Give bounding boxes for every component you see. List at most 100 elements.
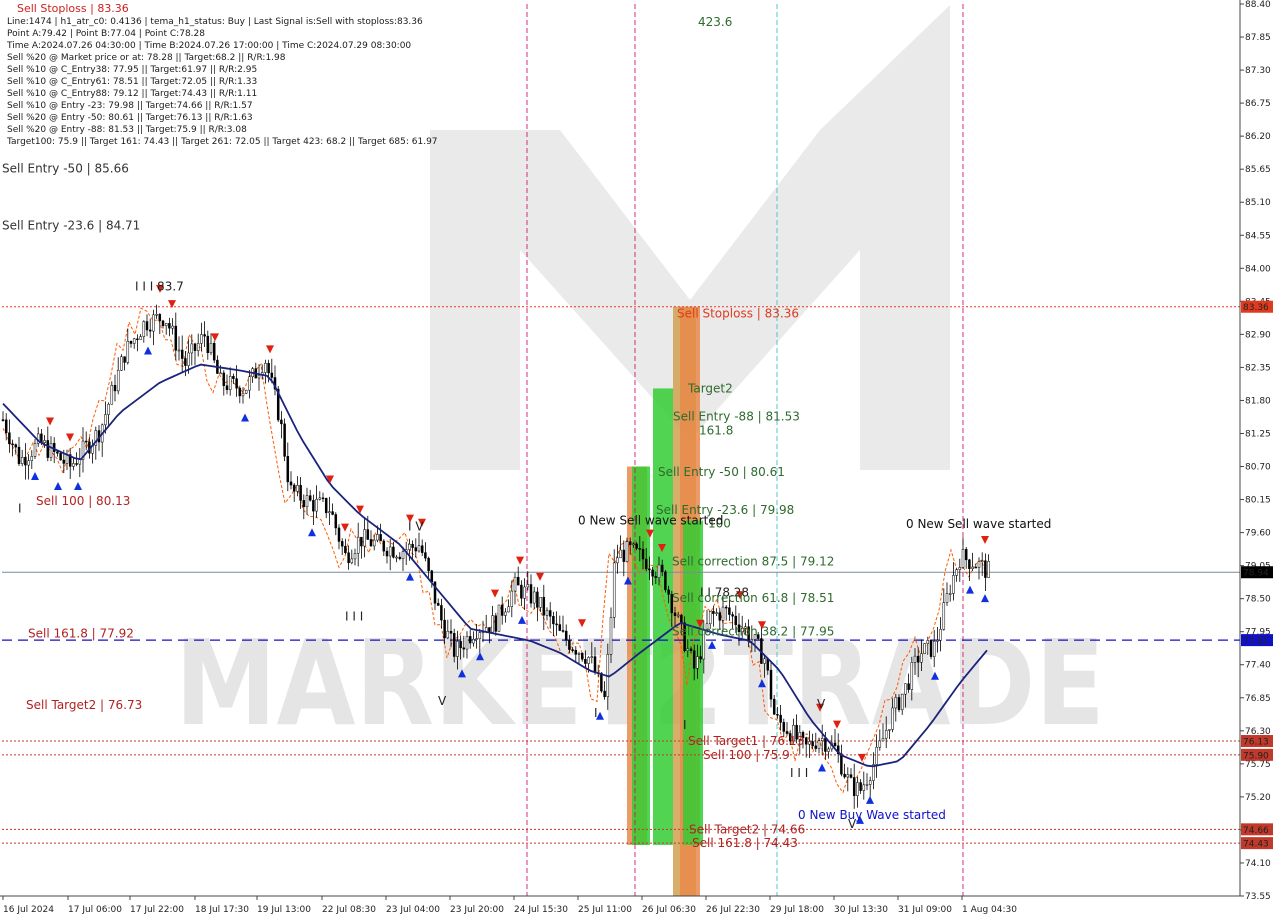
price-tag-label: 78.94 (1243, 569, 1269, 579)
candle-body (296, 485, 299, 492)
candle-body (561, 630, 565, 632)
candle-body (955, 569, 958, 576)
candle-body (219, 372, 222, 375)
candle-body (75, 463, 78, 465)
info-line: Sell %10 @ C_Entry38: 77.95 || Target:61… (7, 65, 258, 75)
candle (331, 503, 334, 516)
y-tick-label: 76.85 (1245, 694, 1271, 704)
candle-body (964, 549, 968, 561)
candle-body (891, 707, 894, 730)
info-line: Sell %10 @ C_Entry88: 79.12 || Target:74… (7, 89, 258, 99)
candle (273, 365, 277, 396)
candle-body (961, 549, 965, 568)
candle-body (712, 611, 715, 614)
price-axis[interactable]: 88.40 87.85 87.30 86.75 86.20 85.65 85.10 84.55… (1239, 0, 1271, 902)
x-tick-label: 1 Aug 04:30 (962, 905, 1017, 915)
candle-body (424, 552, 427, 559)
candle-body (302, 500, 306, 507)
candle-body (657, 564, 661, 578)
chart-annotation: Sell correction 87.5 | 79.12 (672, 554, 834, 568)
candle (843, 763, 846, 779)
candle-body (520, 584, 523, 599)
candle-body (587, 657, 590, 664)
candle (100, 423, 104, 457)
candle (206, 330, 210, 360)
candle (324, 497, 328, 519)
candle-body (324, 498, 328, 514)
candle-body (8, 432, 11, 445)
y-tick-label: 87.30 (1245, 66, 1271, 76)
candle-body (718, 612, 722, 621)
candle-body (267, 363, 270, 374)
candle-body (123, 356, 126, 363)
candle-body (878, 740, 882, 748)
candle-body (369, 539, 373, 547)
candle (308, 489, 312, 502)
candle-body (763, 658, 766, 664)
candle-body (529, 584, 533, 604)
candle-body (916, 655, 920, 663)
candle-body (862, 784, 866, 791)
candle-body (398, 556, 402, 559)
candle-body (625, 541, 629, 562)
candle (184, 351, 187, 377)
candle-body (580, 653, 584, 660)
candle (523, 578, 526, 610)
candle-body (395, 556, 398, 559)
candle (116, 357, 120, 395)
candle-body (689, 648, 693, 651)
buy-arrow (241, 413, 249, 422)
candle-body (360, 536, 363, 547)
chart-annotation: 0 New Sell wave started (578, 514, 723, 528)
candle (529, 574, 533, 608)
candle (113, 374, 117, 402)
x-tick-label: 18 Jul 17:30 (195, 905, 249, 915)
candle (158, 313, 162, 335)
candle (203, 321, 206, 347)
candle-body (568, 640, 571, 650)
candle (219, 365, 222, 375)
info-line: Sell %10 @ Entry -23: 79.98 || Target:74… (7, 101, 253, 111)
candle-body (72, 463, 75, 467)
candle (126, 328, 130, 365)
candle-body (142, 321, 146, 337)
candle-body (238, 387, 242, 397)
candle-body (584, 659, 587, 664)
candle-body (206, 335, 210, 354)
chart-annotation: 0 New Sell wave started (906, 517, 1051, 531)
candle (968, 558, 971, 581)
candle-body (382, 540, 386, 552)
candle (123, 356, 126, 371)
candle-body (545, 610, 549, 616)
candle (398, 552, 402, 561)
candle-body (427, 557, 430, 572)
candle-body (452, 633, 456, 657)
candle-body (408, 543, 411, 550)
candle (363, 516, 366, 558)
candle-body (475, 638, 478, 640)
candle-body (308, 495, 312, 501)
candle (289, 471, 293, 490)
candle (369, 530, 373, 547)
buy-arrow (144, 346, 152, 355)
chart-annotation: V (438, 694, 447, 708)
y-tick-label: 77.40 (1245, 661, 1271, 671)
candle (292, 483, 296, 502)
candle (4, 413, 8, 441)
candle-body (228, 376, 232, 390)
candle (59, 451, 62, 461)
candle-body (971, 566, 974, 569)
candle-body (120, 356, 123, 371)
candle (360, 536, 363, 559)
candle-body (811, 741, 814, 747)
time-axis[interactable]: 16 Jul 2024 17 Jul 06:00 17 Jul 22:00 18 Ju… (0, 895, 1240, 915)
candle (36, 427, 40, 447)
candle-body (430, 570, 434, 582)
candle-body (939, 629, 942, 641)
candle (152, 309, 155, 346)
candle-body (280, 419, 283, 425)
sell-arrow (341, 523, 349, 532)
candle (136, 334, 139, 352)
y-tick-label: 75.20 (1245, 793, 1271, 803)
candle-body (497, 604, 501, 632)
